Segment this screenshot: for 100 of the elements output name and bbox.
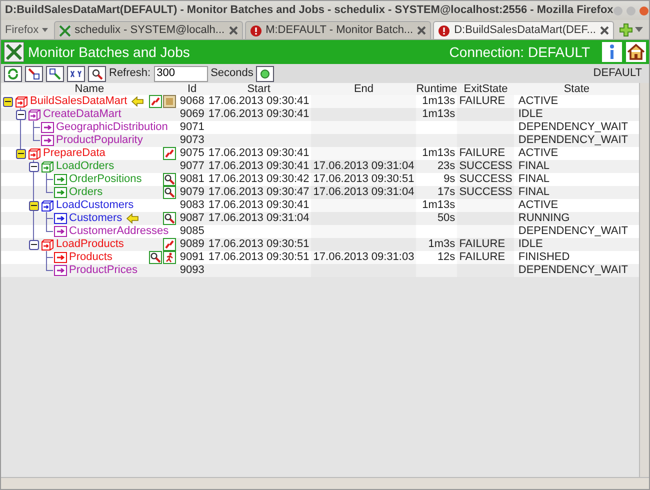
app-logo-icon [4, 42, 24, 62]
column-header[interactable]: Id [178, 83, 206, 95]
table-cell: 9083 [178, 199, 206, 212]
table-cell: DEPENDENCY_WAIT [514, 264, 639, 277]
browser-tab[interactable]: schedulix - SYSTEM@localh... [54, 21, 243, 39]
close-icon[interactable] [228, 26, 238, 35]
table-cell: 9069 [178, 108, 206, 121]
page-title: Monitor Batches and Jobs [28, 42, 190, 62]
node-name[interactable]: CustomerAddresses [69, 225, 169, 238]
note-icon[interactable] [162, 95, 176, 108]
alert-icon [438, 24, 450, 36]
node-name[interactable]: LoadCustomers [56, 199, 134, 212]
table-cell: FINISHED [514, 251, 639, 264]
vertical-scrollbar[interactable] [639, 83, 649, 477]
close-icon[interactable] [417, 26, 426, 35]
restart-icon[interactable] [148, 95, 162, 108]
magnifier-icon[interactable] [162, 173, 176, 186]
collapse-toggle[interactable] [28, 200, 38, 210]
table-cell: 9087 [178, 212, 206, 225]
auto-refresh-button[interactable] [256, 66, 274, 82]
table-cell: 1m13s [416, 147, 458, 160]
node-name[interactable]: ProductPopularity [56, 134, 143, 147]
node-name[interactable]: PrepareData [43, 147, 106, 160]
search-button[interactable] [88, 66, 106, 82]
window-title: D:BuildSalesDataMart(DEFAULT) - Monitor Batches and Jobs - schedulix - SYSTEM@localhost:2556 - Mozilla Firefox [5, 3, 614, 18]
auto-refresh-icon [259, 68, 272, 80]
collapse-toggle[interactable] [28, 240, 38, 250]
table-cell: 17.06.2013 09:30:42 [206, 173, 312, 186]
node-name[interactable]: Customers [69, 212, 122, 225]
table-cell: SUCCESS [457, 160, 514, 173]
table-cell: 17.06.2013 09:30:41 [206, 147, 312, 160]
table-cell: ACTIVE [514, 199, 639, 212]
table-cell: 23s [416, 160, 458, 173]
home-icon[interactable] [626, 42, 646, 62]
table-cell: 9073 [178, 134, 206, 147]
close-icon[interactable] [600, 26, 609, 35]
running-figure-icon[interactable] [162, 251, 176, 264]
refresh-interval-field[interactable]: 300 [154, 66, 208, 82]
table-cell: 17.06.2013 09:30:47 [206, 186, 312, 199]
table-cell: 17.06.2013 09:31:04 [206, 212, 312, 225]
collapse-toggle[interactable] [2, 96, 12, 106]
browser-tab[interactable]: D:BuildSalesDataMart(DEF... [433, 21, 614, 39]
info-icon[interactable] [602, 42, 622, 62]
horizontal-scrollbar[interactable] [1, 477, 649, 489]
table-cell: FAILURE [457, 251, 514, 264]
node-name[interactable]: CreateDataMart [43, 108, 122, 121]
node-name[interactable]: LoadProducts [56, 238, 124, 251]
table-cell: 12s [416, 251, 458, 264]
table-cell: 9091 [178, 251, 206, 264]
column-header[interactable]: Start [206, 83, 312, 95]
column-header[interactable]: Name [1, 83, 178, 95]
table-cell: 17s [416, 186, 458, 199]
search-icon [91, 68, 103, 80]
browser-tab[interactable]: M:DEFAULT - Monitor Batch... [244, 21, 432, 39]
expand-icon [49, 68, 61, 80]
node-name[interactable]: GeographicDistribution [56, 121, 168, 134]
node-name[interactable]: Products [69, 251, 112, 264]
node-name[interactable]: BuildSalesDataMart [30, 95, 128, 108]
collapse-toggle[interactable] [16, 110, 26, 120]
column-header[interactable]: ExitState [457, 83, 514, 95]
restart-icon[interactable] [162, 147, 176, 160]
collapse-button[interactable] [25, 66, 43, 82]
new-tab-icon[interactable] [618, 22, 634, 38]
table-cell: DEPENDENCY_WAIT [514, 121, 639, 134]
node-name[interactable]: OrderPositions [69, 173, 142, 186]
variables-icon [70, 68, 82, 78]
magnifier-icon[interactable] [148, 251, 162, 264]
table-cell: 17.06.2013 09:30:51 [311, 173, 416, 186]
column-header[interactable]: Runtime [416, 83, 458, 95]
collapse-toggle[interactable] [16, 148, 26, 158]
tab-label: M:DEFAULT - Monitor Batch... [266, 23, 414, 38]
column-header[interactable]: End [311, 83, 416, 95]
table-cell: 1m13s [416, 95, 458, 108]
restart-icon[interactable] [162, 238, 176, 251]
collapse-toggle[interactable] [28, 162, 38, 172]
expand-button[interactable] [46, 66, 64, 82]
table-cell: RUNNING [514, 212, 639, 225]
magnifier-icon[interactable] [162, 186, 176, 199]
table-cell: ACTIVE [514, 95, 639, 108]
table-cell: FAILURE [457, 147, 514, 160]
table-cell: DEPENDENCY_WAIT [514, 225, 639, 238]
magnifier-icon[interactable] [162, 212, 176, 225]
node-name[interactable]: ProductPrices [69, 264, 138, 277]
table-cell: FINAL [514, 173, 639, 186]
connection-label: Connection: [449, 42, 524, 62]
table-cell: 9081 [178, 173, 206, 186]
table-cell: 17.06.2013 09:30:51 [206, 238, 312, 251]
refresh-button[interactable] [4, 66, 22, 82]
tab-label: schedulix - SYSTEM@localh... [74, 23, 225, 38]
column-header[interactable]: State [514, 83, 639, 95]
browser-menu[interactable]: Firefox [1, 21, 52, 39]
table-cell: 17.06.2013 09:30:41 [206, 199, 312, 212]
dropdown-icon[interactable] [635, 27, 643, 33]
scope-name: DEFAULT [593, 66, 643, 82]
table-cell: 1m13s [416, 199, 458, 212]
table-cell: 9085 [178, 225, 206, 238]
table-cell: FINAL [514, 186, 639, 199]
table-cell: 17.06.2013 09:30:51 [206, 251, 312, 264]
variables-button[interactable] [67, 66, 85, 82]
tab-label: D:BuildSalesDataMart(DEF... [454, 23, 596, 38]
